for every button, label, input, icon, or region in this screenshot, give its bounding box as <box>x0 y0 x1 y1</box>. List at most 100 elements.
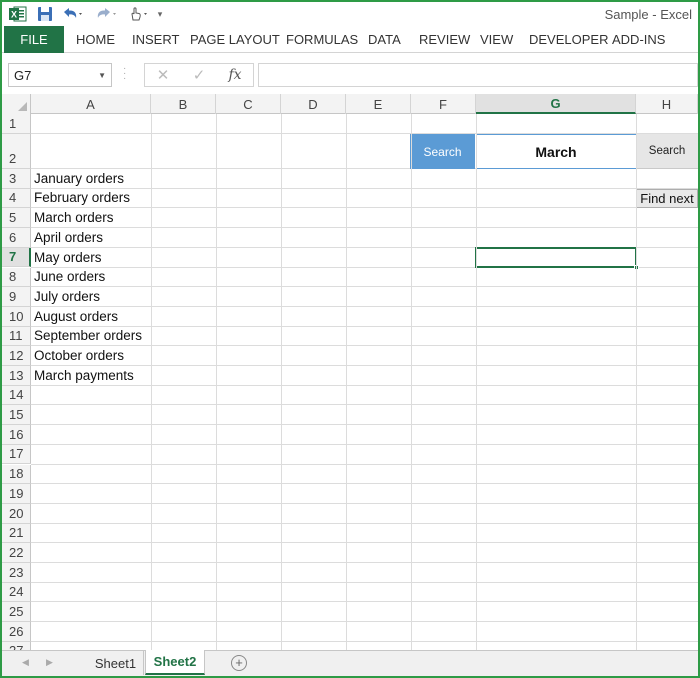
row-gridline <box>31 365 698 366</box>
tab-page-layout[interactable]: PAGE LAYOUT <box>190 32 280 47</box>
sheet-tab-sheet1[interactable]: Sheet1 <box>88 651 144 675</box>
customize-qat-icon[interactable]: ▾ <box>154 5 166 23</box>
tab-data[interactable]: DATA <box>368 32 401 47</box>
select-all-icon[interactable] <box>2 94 31 114</box>
row-header-20[interactable]: 20 <box>2 503 31 524</box>
search-term-cell[interactable]: March <box>476 134 636 169</box>
cell-a6[interactable]: April orders <box>34 230 103 245</box>
touch-mode-icon[interactable] <box>126 5 152 23</box>
formula-bar-grip[interactable]: · · · <box>123 64 127 84</box>
enter-icon[interactable]: ✓ <box>181 66 217 84</box>
cancel-icon[interactable]: ✕ <box>145 66 181 84</box>
row-gridline <box>31 325 698 327</box>
row-header-3[interactable]: 3 <box>2 169 31 189</box>
find-next-button[interactable]: Find next <box>636 189 698 208</box>
chevron-down-icon[interactable]: ▼ <box>98 71 106 80</box>
save-icon[interactable] <box>36 5 54 23</box>
row-header-12[interactable]: 12 <box>2 346 31 366</box>
column-gridline <box>216 114 217 650</box>
tab-formulas[interactable]: FORMULAS <box>286 32 358 47</box>
row-header-11[interactable]: 11 <box>2 326 31 347</box>
column-gridline <box>476 114 477 650</box>
row-gridline <box>31 443 698 445</box>
row-header-6[interactable]: 6 <box>2 228 31 248</box>
column-header-a[interactable]: A <box>31 94 151 114</box>
row-header-18[interactable]: 18 <box>2 464 31 485</box>
row-header-23[interactable]: 23 <box>2 563 31 583</box>
cell-a11[interactable]: September orders <box>34 328 142 343</box>
row-gridline <box>31 345 698 347</box>
column-header-f[interactable]: F <box>411 94 476 114</box>
row-header-1[interactable]: 1 <box>2 114 31 134</box>
row-header-27[interactable]: 27 <box>2 641 31 650</box>
tab-file[interactable]: FILE <box>4 26 64 53</box>
row-header-19[interactable]: 19 <box>2 484 31 504</box>
column-gridline <box>636 114 637 650</box>
row-header-16[interactable]: 16 <box>2 425 31 445</box>
row-gridline <box>31 502 698 504</box>
row-header-17[interactable]: 17 <box>2 444 31 465</box>
row-gridline <box>31 187 698 189</box>
formula-input[interactable] <box>258 63 698 87</box>
row-header-25[interactable]: 25 <box>2 602 31 623</box>
row-gridline <box>31 227 698 229</box>
row-header-4[interactable]: 4 <box>2 188 31 209</box>
tab-view[interactable]: VIEW <box>480 32 513 47</box>
sheet-tab-bar: ◀ ▶ Sheet1 Sheet2 + <box>2 650 698 676</box>
row-gridline <box>31 463 698 465</box>
cell-a8[interactable]: June orders <box>34 269 105 284</box>
row-header-2[interactable]: 2 <box>2 134 31 169</box>
column-header-g[interactable]: G <box>476 94 636 114</box>
row-header-13[interactable]: 13 <box>2 366 31 386</box>
cell-a3[interactable]: January orders <box>34 171 124 186</box>
row-header-9[interactable]: 9 <box>2 287 31 307</box>
search-button-right[interactable]: Search <box>636 134 698 169</box>
row-header-5[interactable]: 5 <box>2 208 31 229</box>
cell-a12[interactable]: October orders <box>34 348 124 363</box>
ribbon-tabs: FILE HOME INSERT PAGE LAYOUT FORMULAS DA… <box>2 26 698 53</box>
worksheet-grid[interactable]: ABCDEFGH 1 2 3 January orders 4 February orde… <box>2 94 698 650</box>
cell-a9[interactable]: July orders <box>34 289 100 304</box>
row-header-21[interactable]: 21 <box>2 523 31 544</box>
column-header-b[interactable]: B <box>151 94 216 114</box>
row-header-26[interactable]: 26 <box>2 622 31 642</box>
insert-function-button[interactable]: fx <box>217 67 253 83</box>
tab-insert[interactable]: INSERT <box>132 32 179 47</box>
row-header-15[interactable]: 15 <box>2 405 31 426</box>
undo-icon[interactable] <box>60 5 86 23</box>
column-header-h[interactable]: H <box>636 94 698 114</box>
cell-a7[interactable]: May orders <box>34 250 102 265</box>
add-sheet-icon[interactable]: + <box>231 655 247 671</box>
column-gridline <box>281 114 282 650</box>
tab-review[interactable]: REVIEW <box>419 32 470 47</box>
column-header-d[interactable]: D <box>281 94 346 114</box>
sheet-tab-sheet2[interactable]: Sheet2 <box>145 650 205 675</box>
row-gridline <box>31 305 698 307</box>
name-box-value: G7 <box>14 68 32 83</box>
name-box[interactable]: G7 ▼ <box>8 63 112 87</box>
column-header-e[interactable]: E <box>346 94 411 114</box>
row-gridline <box>31 621 698 623</box>
sheet-next-icon[interactable]: ▶ <box>46 657 53 668</box>
row-header-22[interactable]: 22 <box>2 543 31 563</box>
cell-a4[interactable]: February orders <box>34 190 130 205</box>
row-header-8[interactable]: 8 <box>2 267 31 288</box>
row-gridline <box>31 601 698 603</box>
column-header-c[interactable]: C <box>216 94 281 114</box>
redo-icon[interactable] <box>94 5 120 23</box>
search-button-left[interactable]: Search <box>410 134 475 169</box>
excel-logo-icon[interactable]: X <box>8 5 28 23</box>
row-header-24[interactable]: 24 <box>2 582 31 603</box>
row-gridline <box>31 424 698 426</box>
cell-a13[interactable]: March payments <box>34 368 134 383</box>
tab-developer[interactable]: DEVELOPER <box>529 32 608 47</box>
row-header-10[interactable]: 10 <box>2 306 31 327</box>
row-header-7[interactable]: 7 <box>2 247 31 268</box>
row-gridline <box>31 286 698 288</box>
tab-add-ins[interactable]: ADD-INS <box>612 32 665 47</box>
row-header-14[interactable]: 14 <box>2 385 31 406</box>
cell-a10[interactable]: August orders <box>34 309 118 324</box>
tab-home[interactable]: HOME <box>76 32 115 47</box>
cell-a5[interactable]: March orders <box>34 210 114 225</box>
sheet-prev-icon[interactable]: ◀ <box>22 657 29 668</box>
